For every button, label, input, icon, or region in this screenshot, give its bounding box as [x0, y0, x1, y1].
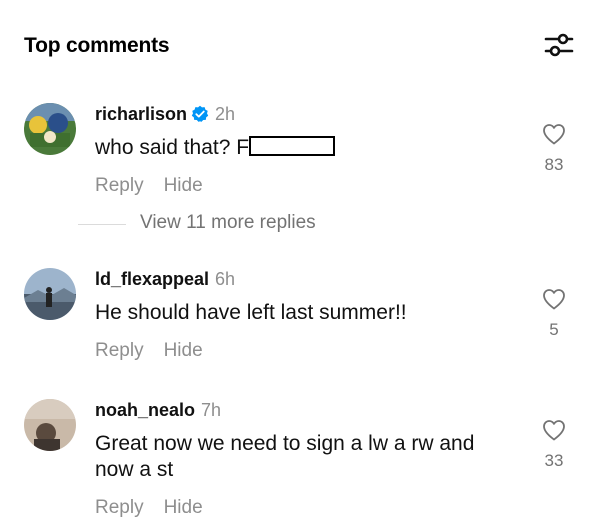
comment-time: 6h	[215, 269, 236, 289]
comment-time: 7h	[201, 400, 222, 420]
filter-button[interactable]	[542, 28, 576, 62]
sliders-icon	[544, 33, 574, 57]
like-group: 83	[536, 123, 572, 175]
comment-item: noah_nealo 7h Great now we need to sign a…	[24, 399, 576, 519]
heart-icon[interactable]	[542, 419, 566, 441]
avatar[interactable]	[24, 268, 76, 320]
like-count: 83	[544, 155, 564, 174]
heart-icon[interactable]	[542, 288, 566, 310]
heart-icon[interactable]	[542, 123, 566, 145]
reply-button[interactable]: Reply	[95, 497, 144, 518]
comment-body: ld_flexappeal 6h He should have left last…	[95, 268, 525, 362]
hide-button[interactable]: Hide	[164, 175, 203, 196]
comment-item: ld_flexappeal 6h He should have left last…	[24, 268, 576, 363]
comment-username[interactable]: richarlison	[95, 104, 187, 124]
avatar[interactable]	[24, 399, 76, 451]
comment-item: richarlison 2h who said that? F Reply Hide…	[24, 103, 576, 198]
verified-badge-icon	[191, 105, 209, 123]
page-title: Top comments	[24, 34, 170, 57]
comment-username[interactable]: noah_nealo	[95, 400, 195, 420]
comment-text: who said that? F	[95, 135, 525, 161]
like-group: 33	[536, 419, 572, 471]
comment-text: Great now we need to sign a lw a rw and …	[95, 432, 475, 481]
redaction-box	[249, 136, 336, 156]
comment-time: 2h	[215, 104, 236, 124]
reply-button[interactable]: Reply	[95, 340, 144, 361]
avatar[interactable]	[24, 103, 76, 155]
comment-body: richarlison 2h who said that? F Reply Hide	[95, 103, 525, 197]
reply-button[interactable]: Reply	[95, 175, 144, 196]
like-count: 5	[549, 320, 559, 339]
comments-header: Top comments	[24, 32, 576, 62]
comment-username[interactable]: ld_flexappeal	[95, 269, 209, 289]
comment-text: He should have left last summer!!	[95, 301, 407, 324]
hide-button[interactable]: Hide	[164, 340, 203, 361]
like-count: 33	[544, 451, 564, 470]
view-more-replies-label: View 11 more replies	[140, 212, 316, 233]
like-group: 5	[536, 288, 572, 340]
hide-button[interactable]: Hide	[164, 497, 203, 518]
divider	[78, 224, 126, 225]
comment-body: noah_nealo 7h Great now we need to sign a…	[95, 399, 525, 519]
